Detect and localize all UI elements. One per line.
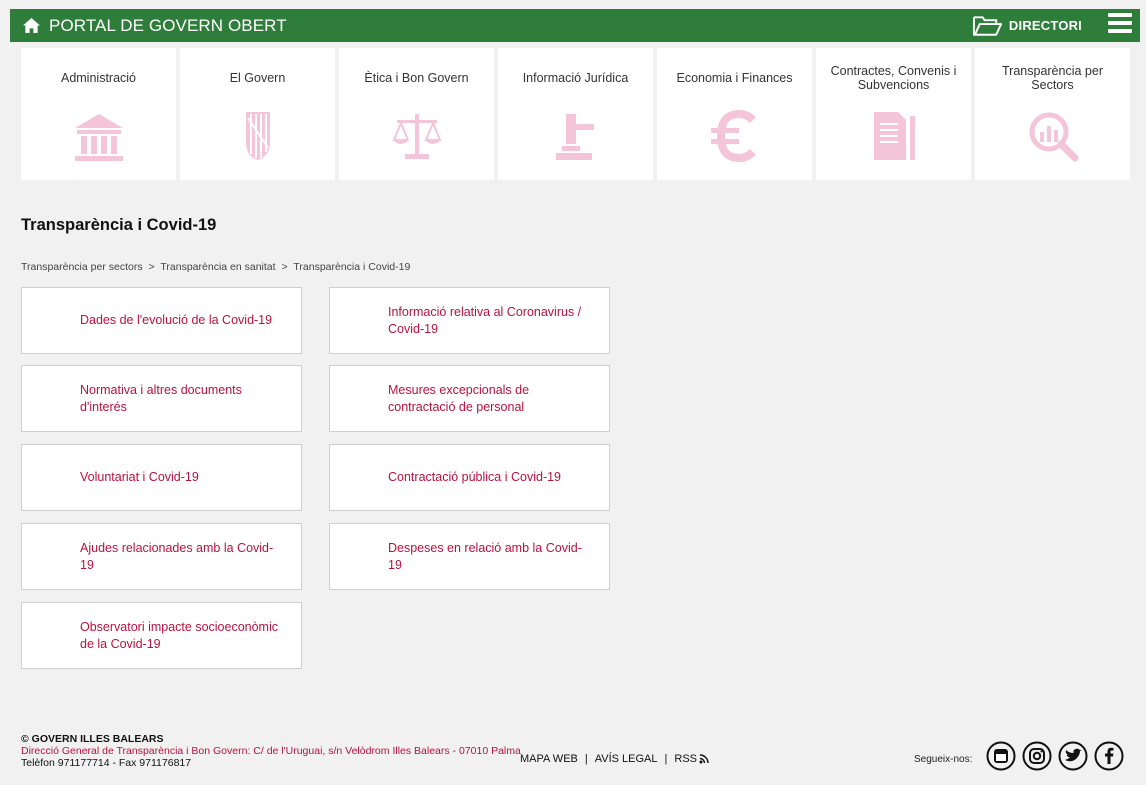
facebook-icon[interactable]	[1094, 741, 1124, 771]
link-card-label: Mesures excepcionals de contractació de …	[388, 382, 530, 414]
link-card[interactable]: Observatori impacte socioeconòmic de la …	[21, 602, 302, 669]
twitter-icon[interactable]	[1058, 741, 1088, 771]
link-card-label: Normativa i altres documents d'interés	[80, 382, 242, 414]
breadcrumb-item[interactable]: Transparència en sanitat	[160, 261, 275, 273]
home-link[interactable]: PORTAL DE GOVERN OBERT	[22, 16, 287, 36]
link-card-label: Ajudes relacionades amb la Covid-19	[80, 540, 274, 572]
coat-of-arms-icon	[245, 112, 270, 160]
social-links	[986, 741, 1124, 771]
link-card[interactable]: Ajudes relacionades amb la Covid-19	[21, 523, 302, 590]
category-el-govern[interactable]: El Govern	[180, 48, 335, 180]
home-icon	[23, 17, 40, 34]
link-card-label: Informació relativa al Coronavirus / Cov…	[388, 304, 582, 336]
category-informacio-juridica[interactable]: Informació Jurídica	[498, 48, 653, 180]
gavel-icon	[555, 114, 594, 160]
footer-separator: |	[584, 753, 588, 765]
category-label: El Govern	[229, 71, 286, 86]
link-card[interactable]: Dades de l'evolució de la Covid-19	[21, 287, 302, 354]
category-nav: Administració El Govern Ètica i Bon Gove…	[21, 48, 1130, 180]
menu-icon[interactable]	[1108, 13, 1132, 36]
footer-link-avis-legal[interactable]: AVÍS LEGAL	[595, 753, 658, 765]
category-etica[interactable]: Ètica i Bon Govern	[339, 48, 494, 180]
link-card-label: Observatori impacte socioeconòmic de la …	[80, 619, 278, 651]
footer-copyright: © GOVERN ILLES BALEARS	[21, 733, 164, 745]
instagram-icon[interactable]	[1022, 741, 1052, 771]
category-label: Ètica i Bon Govern	[364, 71, 469, 86]
category-label: Informació Jurídica	[522, 71, 629, 86]
link-card[interactable]: Mesures excepcionals de contractació de …	[329, 365, 610, 432]
category-contractes[interactable]: Contractes, Convenis i Subvencions	[816, 48, 971, 180]
breadcrumb-separator: >	[148, 261, 155, 273]
portal-title: PORTAL DE GOVERN OBERT	[49, 15, 287, 35]
category-economia[interactable]: Economia i Finances	[657, 48, 812, 180]
link-card-label: Despeses en relació amb la Covid-19	[388, 540, 582, 572]
footer-nav: MAPA WEB | AVÍS LEGAL | RSS	[520, 753, 709, 765]
scales-icon	[392, 114, 441, 159]
category-label: Contractes, Convenis i Subvencions	[830, 64, 957, 92]
link-card[interactable]: Despeses en relació amb la Covid-19	[329, 523, 610, 590]
footer-link-rss[interactable]: RSS	[674, 753, 709, 765]
footer: © GOVERN ILLES BALEARS Direcció General …	[21, 733, 1131, 771]
category-label: Economia i Finances	[676, 71, 793, 86]
page-title: Transparència i Covid-19	[21, 216, 217, 234]
euro-icon	[710, 109, 756, 163]
directory-link[interactable]: DIRECTORI	[972, 9, 1082, 42]
bank-icon	[74, 114, 123, 161]
link-card[interactable]: Contractació pública i Covid-19	[329, 444, 610, 511]
link-card-label: Contractació pública i Covid-19	[388, 470, 562, 485]
breadcrumb-current: Transparència i Covid-19	[293, 261, 411, 273]
link-card-label: Voluntariat i Covid-19	[80, 470, 199, 485]
footer-link-mapa-web[interactable]: MAPA WEB	[520, 753, 578, 765]
category-transparencia-sectors[interactable]: Transparència per Sectors	[975, 48, 1130, 180]
category-label: Administració	[60, 71, 137, 86]
breadcrumb-separator: >	[281, 261, 288, 273]
breadcrumb: Transparència per sectors > Transparènci…	[21, 261, 410, 273]
top-bar: PORTAL DE GOVERN OBERT DIRECTORI	[10, 9, 1140, 42]
link-card-label: Dades de l'evolució de la Covid-19	[80, 313, 273, 328]
youtube-icon[interactable]	[986, 741, 1016, 771]
link-card[interactable]: Informació relativa al Coronavirus / Cov…	[329, 287, 610, 354]
link-card[interactable]: Normativa i altres documents d'interés	[21, 365, 302, 432]
contract-icon	[873, 112, 915, 160]
link-card[interactable]: Voluntariat i Covid-19	[21, 444, 302, 511]
footer-separator: |	[664, 753, 668, 765]
rss-icon	[699, 754, 709, 764]
magnifier-chart-icon	[1029, 112, 1078, 162]
breadcrumb-item[interactable]: Transparència per sectors	[21, 261, 143, 273]
folder-icon	[972, 15, 1002, 36]
category-label: Transparència per Sectors	[1002, 64, 1103, 92]
footer-address: Direcció General de Transparència i Bon …	[21, 745, 521, 757]
category-administracio[interactable]: Administració	[21, 48, 176, 180]
follow-label: Segueix-nos:	[914, 754, 973, 765]
rss-label: RSS	[674, 753, 697, 765]
directory-label: DIRECTORI	[1008, 18, 1082, 33]
